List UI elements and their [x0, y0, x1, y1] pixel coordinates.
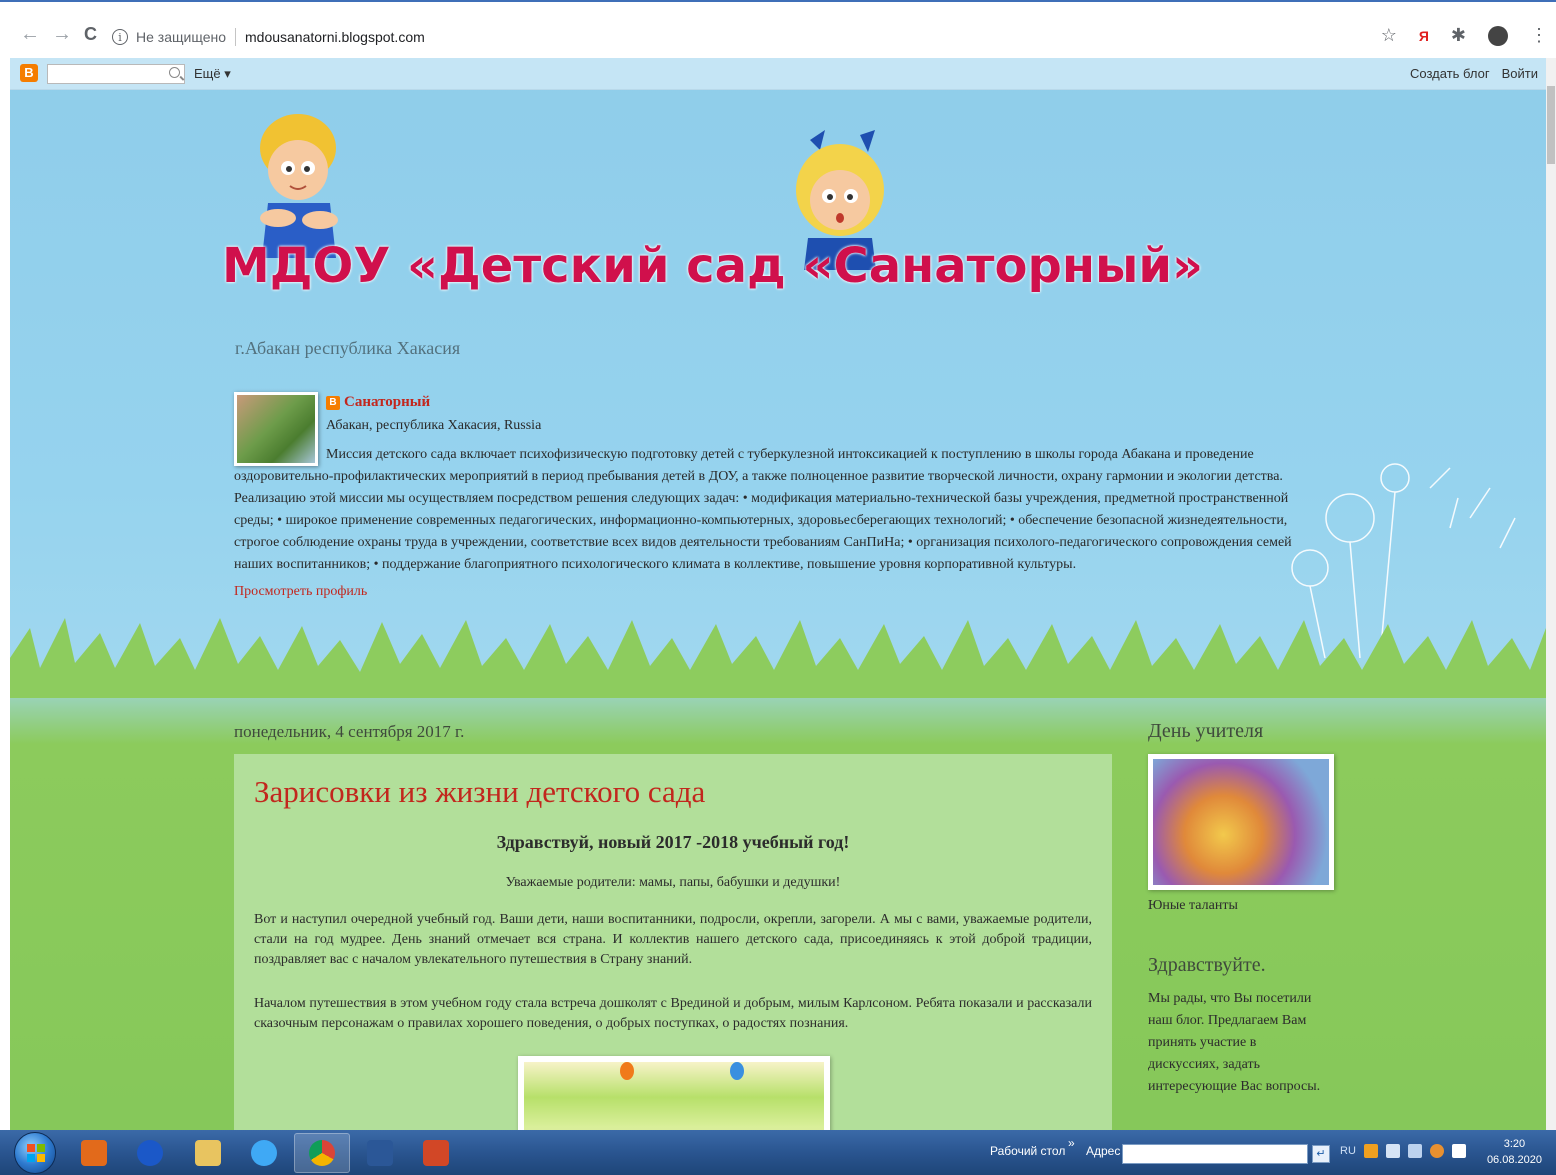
presentation-icon — [423, 1140, 449, 1166]
media-player-icon — [81, 1140, 107, 1166]
windows-flag-icon — [27, 1144, 45, 1162]
sidebar-welcome-text: Мы рады, что Вы посетили наш блог. Предл… — [1148, 991, 1321, 1094]
bookmark-star-icon[interactable]: ☆ — [1381, 25, 1397, 46]
taskbar-address-input[interactable] — [1122, 1144, 1308, 1164]
post-image[interactable] — [518, 1056, 830, 1130]
windows-taskbar: Рабочий стол » Адрес ↵ RU 3:20 06.08.202… — [0, 1130, 1556, 1175]
chrome-icon — [309, 1140, 335, 1166]
balloon-shape — [620, 1062, 634, 1080]
blogger-logo-icon[interactable]: B — [20, 64, 38, 82]
profile-location: Абакан, республика Хакасия, Russia — [326, 418, 542, 433]
profile-description: Миссия детского сада включает психофизич… — [234, 447, 1292, 572]
start-button[interactable] — [14, 1132, 56, 1174]
grass-decoration — [10, 618, 1546, 698]
blog-search-input[interactable] — [47, 64, 185, 84]
post-title[interactable]: Зарисовки из жизни детского сада — [254, 774, 705, 810]
not-secure-label: Не защищено — [136, 29, 226, 45]
extensions-icon[interactable]: ✱ — [1451, 25, 1466, 46]
address-toolbar-label: Адрес — [1086, 1144, 1121, 1158]
language-indicator[interactable]: RU — [1340, 1145, 1356, 1157]
blog-subtitle: г.Абакан республика Хакасия — [235, 338, 461, 358]
taskbar-app-explorer[interactable] — [180, 1133, 236, 1173]
desktop-toolbar-label[interactable]: Рабочий стол — [990, 1144, 1065, 1158]
blog-post: Зарисовки из жизни детского сада Здравст… — [234, 754, 1112, 1130]
post-date: понедельник, 4 сентября 2017 г. — [234, 722, 465, 741]
post-paragraph-1: Вот и наступил очередной учебный год. Ва… — [254, 912, 1092, 967]
sidebar-photo[interactable] — [1148, 754, 1334, 890]
taskbar-app-word[interactable] — [352, 1133, 408, 1173]
yandex-extension-icon[interactable]: Я — [1419, 28, 1429, 44]
blogger-navbar: B Ещё ▾ Создать блог Войти — [10, 58, 1546, 90]
sidebar-photo-caption: Юные таланты — [1148, 898, 1238, 913]
blog-search-field[interactable] — [48, 65, 158, 83]
address-divider — [235, 28, 236, 46]
menu-kebab-icon[interactable]: ⋮ — [1530, 25, 1548, 46]
profile-name-link[interactable]: B Санаторный — [326, 394, 430, 411]
clock-time: 3:20 — [1503, 1138, 1526, 1150]
tray-app-icon[interactable] — [1363, 1144, 1378, 1158]
url-text[interactable]: mdousanatorni.blogspot.com — [245, 29, 425, 45]
taskbar-app-media[interactable] — [66, 1133, 122, 1173]
search-icon[interactable] — [169, 67, 180, 78]
page-viewport: B Ещё ▾ Создать блог Войти МДОУ «Детский… — [10, 58, 1546, 1130]
post-paragraph-2: Началом путешествия в этом учебном году … — [254, 996, 1092, 1031]
taskbar-clock[interactable]: 3:20 06.08.2020 — [1487, 1136, 1542, 1168]
folder-icon — [195, 1140, 221, 1166]
boy-illustration — [260, 114, 338, 258]
post-heading: Здравствуй, новый 2017 -2018 учебный год… — [496, 832, 850, 852]
profile-avatar-icon[interactable] — [1488, 25, 1508, 46]
sidebar-widget-title-1: День учителя — [1148, 720, 1264, 742]
taskbar-app-ie[interactable] — [236, 1133, 292, 1173]
volume-icon[interactable] — [1385, 1144, 1400, 1158]
sidebar-widget-title-2: Здравствуйте. — [1148, 954, 1266, 976]
action-center-flag-icon[interactable] — [1451, 1144, 1466, 1158]
profile-name[interactable]: Санаторный — [344, 394, 430, 411]
taskbar-app-presentation[interactable] — [408, 1133, 464, 1173]
scrollbar-thumb[interactable] — [1547, 86, 1555, 164]
word-icon — [367, 1140, 393, 1166]
blog-title[interactable]: МДОУ «Детский сад «Санаторный» — [222, 238, 1203, 294]
reload-icon[interactable]: C — [84, 24, 97, 44]
balloon-shape — [730, 1062, 744, 1080]
address-go-icon[interactable]: ↵ — [1312, 1145, 1330, 1163]
bluetooth-icon — [137, 1140, 163, 1166]
toolbar-chevron-icon[interactable]: » — [1068, 1136, 1075, 1150]
blogger-profile-icon: B — [326, 395, 340, 410]
clock-date: 06.08.2020 — [1486, 1154, 1542, 1166]
window-left-edge — [0, 58, 10, 1130]
address-bar[interactable]: i Не защищено mdousanatorni.blogspot.com — [112, 19, 1452, 55]
more-menu[interactable]: Ещё ▾ — [194, 66, 231, 82]
taskbar-app-bluetooth[interactable] — [122, 1133, 178, 1173]
internet-explorer-icon — [251, 1140, 277, 1166]
info-icon[interactable]: i — [112, 29, 128, 45]
browser-toolbar: ← → C i Не защищено mdousanatorni.blogsp… — [0, 0, 1556, 58]
back-icon[interactable]: ← — [20, 24, 40, 44]
post-greeting: Уважаемые родители: мамы, папы, бабушки … — [505, 875, 841, 890]
system-tray: RU — [1340, 1144, 1466, 1158]
login-link[interactable]: Войти — [1502, 66, 1538, 81]
tray-notify-icon[interactable] — [1429, 1144, 1444, 1158]
network-icon[interactable] — [1407, 1144, 1422, 1158]
page-scrollbar[interactable] — [1546, 58, 1556, 1130]
create-blog-link[interactable]: Создать блог — [1410, 66, 1490, 81]
taskbar-app-chrome[interactable] — [294, 1133, 350, 1173]
forward-icon[interactable]: → — [52, 24, 72, 44]
